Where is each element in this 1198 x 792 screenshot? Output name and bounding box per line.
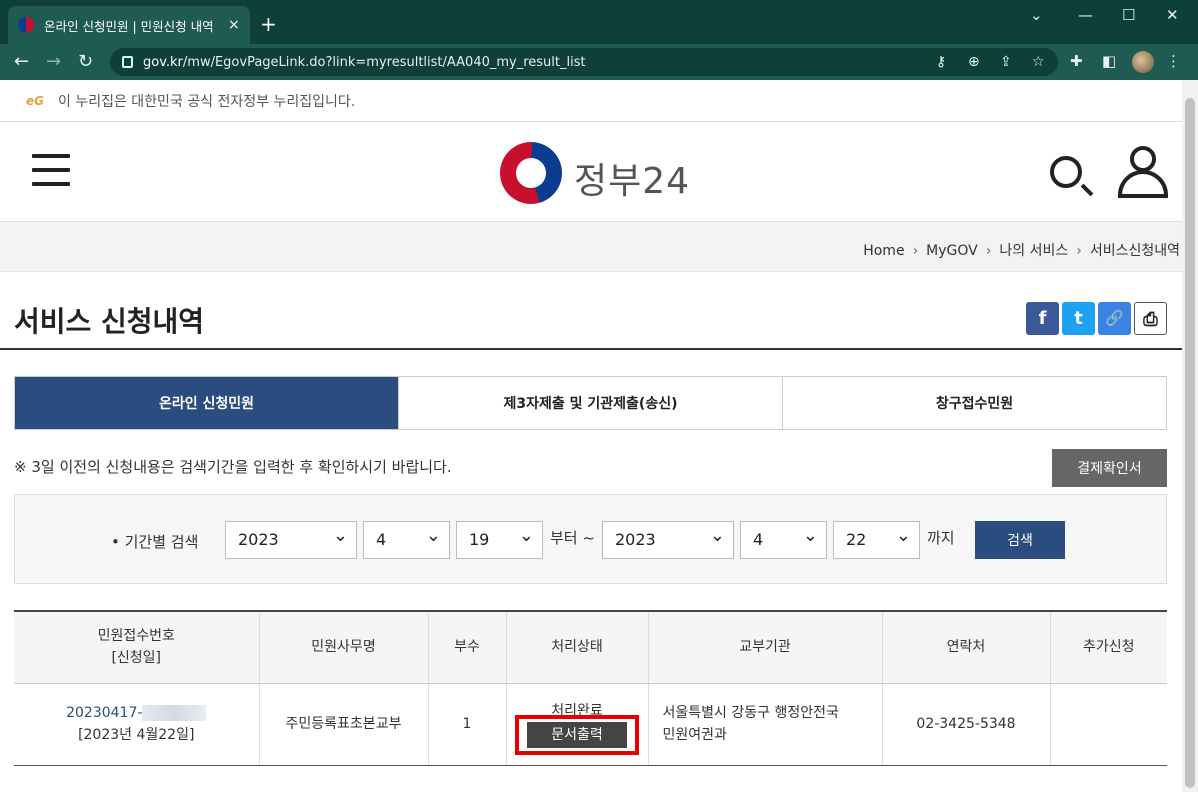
search-notice: ※ 3일 이전의 신청내용은 검색기간을 입력한 후 확인하시기 바랍니다. xyxy=(14,458,452,476)
title-divider xyxy=(0,348,1182,350)
scrollbar-thumb[interactable] xyxy=(1185,98,1195,788)
tab-search-icon[interactable]: ⌄ xyxy=(1030,6,1043,24)
new-tab-button[interactable]: + xyxy=(260,12,277,36)
highlight-box xyxy=(515,715,639,755)
to-day-select[interactable]: 22 xyxy=(833,518,920,559)
document-print-button[interactable]: 문서출력 xyxy=(515,715,639,755)
tab-title: 온라인 신청민원 | 민원신청 내역 xyxy=(44,18,214,34)
table-row: 20230417- [2023년 4월22일] 주민등록표초본교부 1 처리완료… xyxy=(14,683,1167,766)
from-suffix: 부터 ~ xyxy=(550,529,595,547)
reload-icon[interactable]: ↻ xyxy=(78,52,93,72)
gov24-favicon-icon xyxy=(18,17,34,33)
twitter-icon[interactable]: t xyxy=(1062,302,1095,335)
forward-icon[interactable]: → xyxy=(46,52,61,72)
breadcrumb: Home › MyGOV › 나의 서비스 › 서비스신청내역 xyxy=(863,240,1180,260)
breadcrumb-mygov[interactable]: MyGOV xyxy=(926,243,978,259)
maximize-icon[interactable]: ☐ xyxy=(1122,6,1135,24)
tab-online-application[interactable]: 온라인 신청민원 xyxy=(15,377,398,429)
close-tab-icon[interactable]: × xyxy=(228,17,240,33)
date-search-box: • 기간별 검색 2023 4 19 부터 ~ 2023 4 22 까지 검색 xyxy=(14,494,1167,584)
page-title: 서비스 신청내역 xyxy=(14,305,205,338)
from-year-select[interactable]: 2023 xyxy=(225,518,357,559)
breadcrumb-my-service[interactable]: 나의 서비스 xyxy=(999,243,1068,259)
period-search-label: • 기간별 검색 xyxy=(111,533,199,551)
print-icon[interactable]: ⎙ xyxy=(1134,302,1167,335)
gov-notice-text: 이 누리집은 대한민국 공식 전자정부 누리집입니다. xyxy=(58,93,356,110)
minimize-icon[interactable]: — xyxy=(1078,6,1093,24)
additional-request-cell xyxy=(1049,683,1167,766)
lock-icon[interactable] xyxy=(122,56,133,68)
header-service-name: 민원사무명 xyxy=(258,611,428,684)
extensions-icon[interactable]: ✚ xyxy=(1070,52,1083,70)
header-copies: 부수 xyxy=(427,611,506,684)
tab-counter-application[interactable]: 창구접수민원 xyxy=(782,377,1166,429)
status-cell: 처리완료 문서출력 xyxy=(505,683,648,766)
address-bar[interactable]: gov.kr/mw/EgovPageLink.do?link=myresultl… xyxy=(110,48,1058,76)
chevron-right-icon: › xyxy=(1076,243,1082,259)
site-header: 정부24 xyxy=(0,122,1182,222)
browser-toolbar: ← → ↻ gov.kr/mw/EgovPageLink.do?link=myr… xyxy=(0,44,1198,80)
back-icon[interactable]: ← xyxy=(14,52,29,72)
side-panel-icon[interactable]: ◧ xyxy=(1102,52,1116,70)
contact-cell: 02-3425-5348 xyxy=(881,683,1050,766)
user-icon[interactable] xyxy=(1118,146,1168,198)
to-month-select[interactable]: 4 xyxy=(740,518,827,559)
page-scrollbar[interactable] xyxy=(1182,80,1198,792)
browser-titlebar: 온라인 신청민원 | 민원신청 내역 × + ⌄ — ☐ ✕ xyxy=(0,0,1198,44)
header-issuing-org: 교부기관 xyxy=(647,611,882,684)
facebook-icon[interactable]: f xyxy=(1026,302,1059,335)
hamburger-menu-icon[interactable] xyxy=(32,154,70,196)
table-header-row: 민원접수번호 [신청일] 민원사무명 부수 처리상태 교부기관 연락처 추가신청 xyxy=(14,611,1167,684)
tab-third-party-submission[interactable]: 제3자제출 및 기관제출(송신) xyxy=(398,377,782,429)
breadcrumb-bar: Home › MyGOV › 나의 서비스 › 서비스신청내역 xyxy=(0,222,1182,272)
close-window-icon[interactable]: ✕ xyxy=(1166,6,1179,24)
key-icon[interactable]: ⚷ xyxy=(936,54,946,70)
breadcrumb-home[interactable]: Home xyxy=(863,243,904,259)
bookmark-star-icon[interactable]: ☆ xyxy=(1032,54,1045,70)
header-receipt-no: 민원접수번호 [신청일] xyxy=(14,611,259,684)
from-month-select[interactable]: 4 xyxy=(363,518,450,559)
header-contact: 연락처 xyxy=(881,611,1050,684)
payment-confirmation-button[interactable]: 결제확인서 xyxy=(1052,449,1167,487)
browser-tab[interactable]: 온라인 신청민원 | 민원신청 내역 × xyxy=(8,6,250,44)
page-content: eG 이 누리집은 대한민국 공식 전자정부 누리집입니다. 정부24 Home… xyxy=(0,80,1182,792)
search-button[interactable]: 검색 xyxy=(975,521,1065,559)
share-icon[interactable]: ⇪ xyxy=(1000,54,1012,70)
receipt-number-link[interactable]: 20230417- xyxy=(66,705,207,721)
chevron-right-icon: › xyxy=(985,243,992,259)
url-text: gov.kr/mw/EgovPageLink.do?link=myresultl… xyxy=(143,54,586,70)
apply-date: [2023년 4월22일] xyxy=(78,727,195,743)
from-day-select[interactable]: 19 xyxy=(456,518,543,559)
breadcrumb-current[interactable]: 서비스신청내역 xyxy=(1090,243,1180,259)
header-additional-request: 추가신청 xyxy=(1049,611,1167,684)
to-year-select[interactable]: 2023 xyxy=(602,518,734,559)
taegeuk-logo-icon[interactable] xyxy=(500,142,562,204)
zoom-icon[interactable]: ⊕ xyxy=(968,54,980,70)
service-tabs: 온라인 신청민원 제3자제출 및 기관제출(송신) 창구접수민원 xyxy=(14,376,1167,430)
profile-avatar[interactable] xyxy=(1132,51,1154,73)
chevron-right-icon: › xyxy=(912,243,919,259)
service-name-cell: 주민등록표초본교부 xyxy=(258,683,428,766)
search-icon[interactable] xyxy=(1050,156,1082,188)
site-logo-text[interactable]: 정부24 xyxy=(574,152,690,204)
copy-link-icon[interactable]: 🔗 xyxy=(1098,302,1131,335)
to-suffix: 까지 xyxy=(927,529,955,547)
application-table: 민원접수번호 [신청일] 민원사무명 부수 처리상태 교부기관 연락처 추가신청 … xyxy=(14,610,1167,766)
issuing-org-cell: 서울특별시 강동구 행정안전국 민원여권과 xyxy=(647,683,882,766)
redacted-number xyxy=(142,705,207,721)
egov-logo: eG xyxy=(26,93,44,108)
gov-notice-bar: eG 이 누리집은 대한민국 공식 전자정부 누리집입니다. xyxy=(0,80,1182,122)
copies-cell: 1 xyxy=(427,683,506,766)
header-status: 처리상태 xyxy=(505,611,648,684)
menu-icon[interactable]: ⋮ xyxy=(1166,52,1181,70)
receipt-cell: 20230417- [2023년 4월22일] xyxy=(14,683,259,766)
